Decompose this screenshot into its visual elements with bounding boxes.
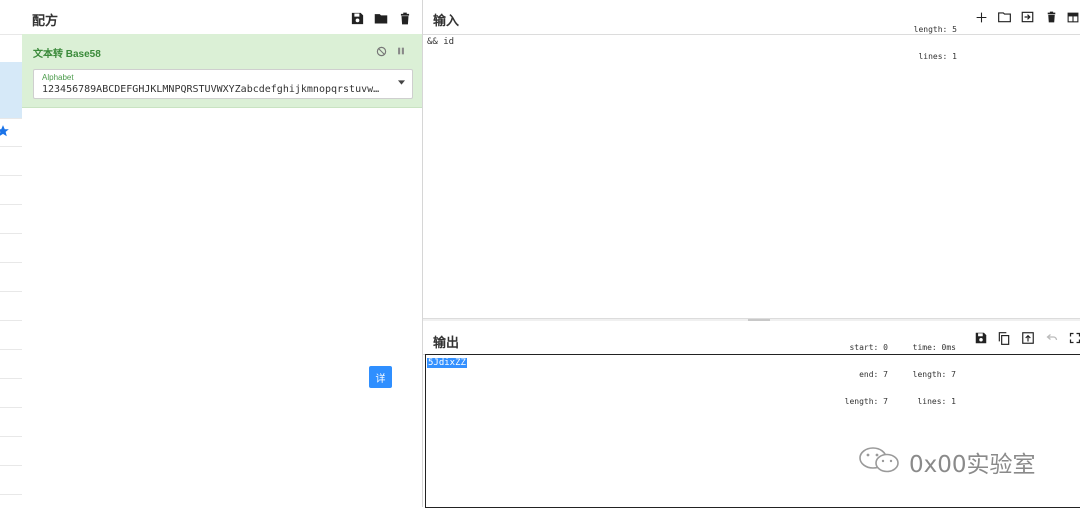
save-icon xyxy=(351,12,363,24)
ops-row[interactable] xyxy=(0,118,22,147)
ops-row[interactable] xyxy=(0,262,22,292)
trash-icon xyxy=(400,12,410,24)
ops-row[interactable] xyxy=(0,204,22,234)
watermark-text: 0x00实验室 xyxy=(909,452,1036,478)
save-output-button[interactable] xyxy=(972,329,990,347)
trash-icon xyxy=(1047,11,1055,23)
ops-row[interactable] xyxy=(0,378,22,408)
ops-row[interactable] xyxy=(0,291,22,321)
folder-icon xyxy=(374,13,388,23)
open-file-button[interactable] xyxy=(995,8,1013,26)
output-title: 输出 xyxy=(433,335,460,350)
star-icon[interactable] xyxy=(0,124,10,138)
open-folder-button[interactable] xyxy=(1018,8,1036,26)
alphabet-label: Alphabet xyxy=(42,73,74,82)
operation-title: 文本转 Base58 xyxy=(33,49,101,60)
input-stats: length: 5 lines: 1 xyxy=(901,7,957,79)
add-tab-button[interactable] xyxy=(972,8,990,26)
ops-row[interactable] xyxy=(0,349,22,379)
ops-row[interactable] xyxy=(0,233,22,263)
caret-down-icon xyxy=(398,80,405,85)
clear-input-button[interactable] xyxy=(1042,8,1060,26)
stat-label: start: xyxy=(849,343,879,352)
output-time: 0ms xyxy=(941,343,956,352)
stat-label: length: xyxy=(913,25,948,34)
pause-icon xyxy=(398,47,404,55)
save-recipe-button[interactable] xyxy=(348,9,366,27)
stat-label: time: xyxy=(912,343,937,352)
recipe-header: 配方 xyxy=(22,0,422,35)
operations-strip xyxy=(0,0,23,507)
watermark: 0x00实验室 xyxy=(857,445,1057,478)
maximise-output-button[interactable] xyxy=(1066,329,1080,347)
ops-row[interactable] xyxy=(0,146,22,176)
input-header: 输入 length: 5 lines: 1 xyxy=(423,0,1080,61)
clear-recipe-button[interactable] xyxy=(396,9,414,27)
disable-icon xyxy=(376,46,386,56)
load-recipe-button[interactable] xyxy=(372,9,390,27)
layout-icon xyxy=(1067,12,1079,22)
copy-icon xyxy=(998,331,1010,345)
import-icon xyxy=(1021,11,1033,23)
input-pane: 输入 length: 5 lines: 1 && id xyxy=(423,0,1080,320)
input-textarea[interactable]: && id xyxy=(427,37,454,47)
output-header: 输出 start: 0 end: 7 length: 7 time: 0ms l… xyxy=(423,321,1080,406)
recipe-pane: 配方 文本转 Base58 Alphabet 123456789ABCDEFGH… xyxy=(22,0,423,507)
output-pane: 输出 start: 0 end: 7 length: 7 time: 0ms l… xyxy=(423,321,1080,508)
alphabet-value: 123456789ABCDEFGHJKLMNPQRSTUVWXYZabcdefg… xyxy=(42,84,382,95)
ops-row[interactable] xyxy=(0,0,22,35)
recipe-title: 配方 xyxy=(32,13,59,28)
ops-row[interactable] xyxy=(0,407,22,437)
input-lines: 1 xyxy=(952,52,957,61)
ops-row-selected[interactable] xyxy=(0,62,22,91)
alphabet-select[interactable]: Alphabet 123456789ABCDEFGHJKLMNPQRSTUVWX… xyxy=(33,69,413,99)
ops-row[interactable] xyxy=(0,320,22,350)
upload-icon xyxy=(1022,332,1034,344)
ops-row[interactable] xyxy=(0,465,22,495)
output-textarea[interactable]: 5JdixZZ xyxy=(425,354,1080,508)
bake-button[interactable]: 详 xyxy=(369,366,392,388)
folder-open-icon xyxy=(997,12,1011,23)
stat-label: lines: xyxy=(918,52,948,61)
plus-icon xyxy=(976,12,986,22)
ops-row[interactable] xyxy=(0,436,22,466)
input-length: 5 xyxy=(952,25,957,34)
output-text-selected[interactable]: 5JdixZZ xyxy=(427,358,467,368)
undo-icon xyxy=(1046,334,1058,341)
reset-layout-button[interactable] xyxy=(1064,8,1080,26)
wechat-logo-icon xyxy=(859,447,899,473)
save-icon xyxy=(975,332,987,344)
ops-row[interactable] xyxy=(0,175,22,205)
fullscreen-icon xyxy=(1069,332,1080,344)
ops-row[interactable] xyxy=(0,34,22,63)
ops-row-selected[interactable] xyxy=(0,90,22,119)
undo-button[interactable] xyxy=(1043,329,1061,347)
breakpoint-button[interactable] xyxy=(392,42,410,60)
replace-input-button[interactable] xyxy=(1019,329,1037,347)
disable-operation-button[interactable] xyxy=(372,42,390,60)
copy-output-button[interactable] xyxy=(995,329,1013,347)
operation-card-to-base58[interactable]: 文本转 Base58 Alphabet 123456789ABCDEFGHJKL… xyxy=(22,34,422,108)
input-title: 输入 xyxy=(433,13,460,28)
output-start: 0 xyxy=(883,343,888,352)
